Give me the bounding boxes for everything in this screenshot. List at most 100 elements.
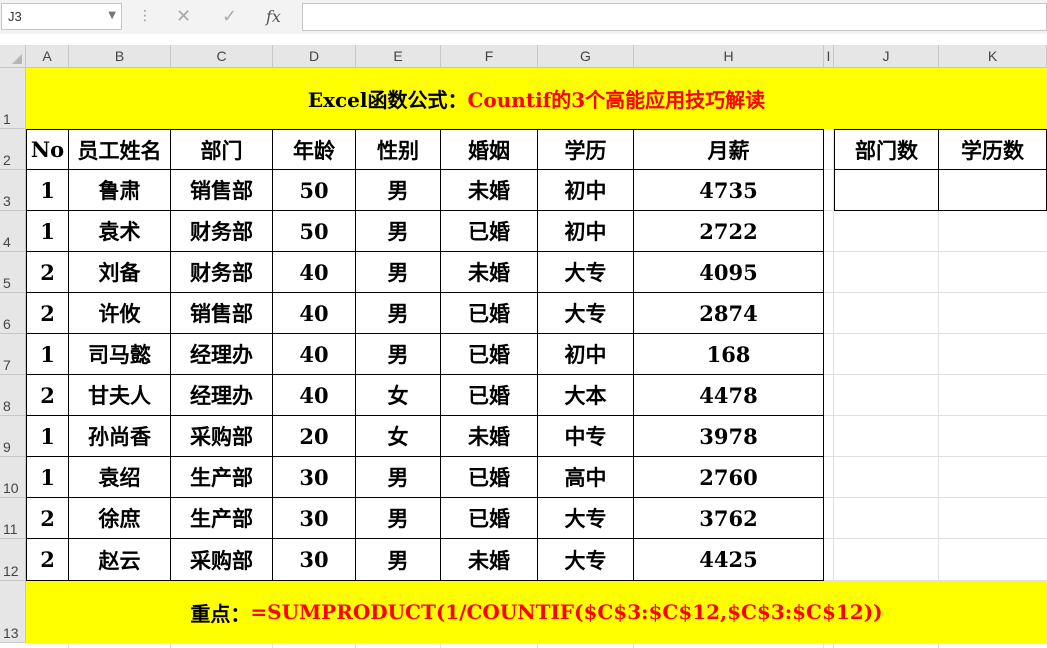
table-header-cell[interactable]: 部门 (171, 129, 273, 170)
table-cell[interactable]: 财务部 (171, 211, 273, 252)
row-header[interactable]: 9 (0, 416, 26, 457)
table-cell[interactable]: 男 (356, 252, 441, 293)
table-cell[interactable]: 男 (356, 539, 441, 581)
table-cell[interactable]: 1 (26, 457, 69, 498)
row-header[interactable]: 11 (0, 498, 26, 539)
table-cell[interactable]: 3762 (634, 498, 824, 539)
table-cell[interactable]: 2 (26, 498, 69, 539)
column-header[interactable]: C (171, 45, 273, 68)
table-cell[interactable]: 已婚 (441, 375, 538, 416)
table-cell[interactable]: 袁绍 (69, 457, 171, 498)
table-cell[interactable]: 财务部 (171, 252, 273, 293)
column-header[interactable]: K (939, 45, 1047, 68)
table-cell[interactable]: 已婚 (441, 293, 538, 334)
table-cell[interactable]: 采购部 (171, 416, 273, 457)
title-banner[interactable]: Excel函数公式： Countif的3个高能应用技巧解读 (26, 68, 1047, 129)
summary-value-cell[interactable] (939, 170, 1047, 211)
table-cell[interactable]: 未婚 (441, 252, 538, 293)
table-cell[interactable]: 4425 (634, 539, 824, 581)
table-cell[interactable]: 男 (356, 211, 441, 252)
table-cell[interactable]: 女 (356, 416, 441, 457)
table-cell[interactable]: 销售部 (171, 170, 273, 211)
table-cell[interactable]: 2 (26, 293, 69, 334)
table-cell[interactable]: 已婚 (441, 211, 538, 252)
row-header[interactable]: 1 (0, 68, 26, 129)
table-header-cell[interactable]: 月薪 (634, 129, 824, 170)
row-header[interactable]: 5 (0, 252, 26, 293)
table-cell[interactable]: 2760 (634, 457, 824, 498)
table-cell[interactable]: 168 (634, 334, 824, 375)
select-all-button[interactable] (0, 45, 26, 68)
row-header[interactable]: 13 (0, 581, 26, 643)
table-cell[interactable]: 1 (26, 170, 69, 211)
table-cell[interactable]: 大专 (538, 498, 634, 539)
table-cell[interactable]: 2722 (634, 211, 824, 252)
table-cell[interactable]: 刘备 (69, 252, 171, 293)
row-header[interactable]: 8 (0, 375, 26, 416)
table-cell[interactable]: 未婚 (441, 416, 538, 457)
table-cell[interactable]: 孙尚香 (69, 416, 171, 457)
table-cell[interactable]: 2 (26, 539, 69, 581)
table-cell[interactable]: 40 (273, 293, 356, 334)
table-cell[interactable]: 未婚 (441, 170, 538, 211)
column-header[interactable]: B (69, 45, 171, 68)
table-cell[interactable]: 徐庶 (69, 498, 171, 539)
table-cell[interactable]: 司马懿 (69, 334, 171, 375)
table-cell[interactable]: 赵云 (69, 539, 171, 581)
row-header[interactable]: 2 (0, 129, 26, 170)
row-header[interactable]: 7 (0, 334, 26, 375)
table-cell[interactable]: 2 (26, 252, 69, 293)
table-header-cell[interactable]: 性别 (356, 129, 441, 170)
chevron-down-icon[interactable]: ▼ (108, 10, 116, 21)
table-cell[interactable]: 40 (273, 375, 356, 416)
table-cell[interactable]: 40 (273, 334, 356, 375)
table-cell[interactable]: 男 (356, 457, 441, 498)
table-cell[interactable]: 男 (356, 334, 441, 375)
table-cell[interactable]: 初中 (538, 211, 634, 252)
table-cell[interactable]: 30 (273, 539, 356, 581)
footer-banner[interactable]: 重点： =SUMPRODUCT(1/COUNTIF($C$3:$C$12,$C$3… (26, 581, 1047, 643)
table-cell[interactable]: 初中 (538, 334, 634, 375)
table-cell[interactable]: 2874 (634, 293, 824, 334)
row-header[interactable]: 12 (0, 539, 26, 581)
insert-function-icon[interactable]: fx (266, 7, 281, 26)
table-cell[interactable]: 50 (273, 170, 356, 211)
column-header[interactable]: H (634, 45, 824, 68)
table-cell[interactable]: 经理办 (171, 375, 273, 416)
table-cell[interactable]: 甘夫人 (69, 375, 171, 416)
formula-input[interactable] (302, 3, 1047, 31)
table-cell[interactable]: 2 (26, 375, 69, 416)
table-cell[interactable]: 50 (273, 211, 356, 252)
table-cell[interactable]: 袁术 (69, 211, 171, 252)
table-cell[interactable]: 中专 (538, 416, 634, 457)
column-header[interactable]: I (824, 45, 834, 68)
table-cell[interactable]: 1 (26, 416, 69, 457)
cancel-icon[interactable]: ✕ (176, 6, 191, 27)
table-cell[interactable]: 4735 (634, 170, 824, 211)
table-cell[interactable]: 男 (356, 293, 441, 334)
table-cell[interactable]: 生产部 (171, 457, 273, 498)
table-cell[interactable]: 大专 (538, 293, 634, 334)
table-cell[interactable]: 30 (273, 457, 356, 498)
table-cell[interactable]: 40 (273, 252, 356, 293)
table-cell[interactable]: 3978 (634, 416, 824, 457)
column-header[interactable]: F (441, 45, 538, 68)
column-header[interactable]: J (834, 45, 939, 68)
table-header-cell[interactable]: 员工姓名 (69, 129, 171, 170)
column-header[interactable]: D (273, 45, 356, 68)
table-cell[interactable]: 女 (356, 375, 441, 416)
table-cell[interactable]: 4478 (634, 375, 824, 416)
table-cell[interactable]: 4095 (634, 252, 824, 293)
table-cell[interactable]: 大专 (538, 539, 634, 581)
name-box[interactable]: J3 ▼ (1, 3, 122, 30)
table-cell[interactable]: 男 (356, 498, 441, 539)
summary-header-cell[interactable]: 学历数 (939, 129, 1047, 170)
table-cell[interactable]: 经理办 (171, 334, 273, 375)
selected-cell-j3[interactable] (834, 170, 939, 211)
enter-icon[interactable]: ✓ (222, 6, 237, 27)
row-header[interactable]: 6 (0, 293, 26, 334)
column-header[interactable]: E (356, 45, 441, 68)
table-cell[interactable]: 男 (356, 170, 441, 211)
table-header-cell[interactable]: 学历 (538, 129, 634, 170)
table-cell[interactable]: 许攸 (69, 293, 171, 334)
